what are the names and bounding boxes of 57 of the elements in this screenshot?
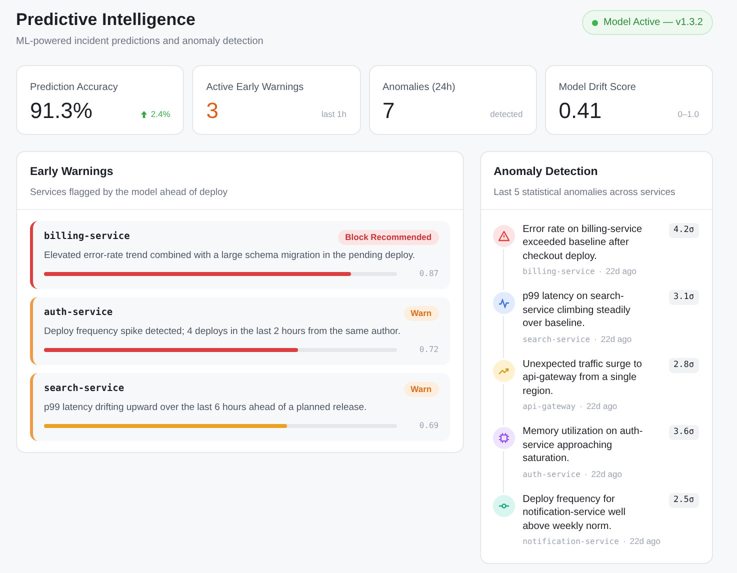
anomaly-description: Error rate on billing-service exceeded baseline after checkout deploy.	[522, 222, 644, 264]
service-name: billing-service	[44, 230, 130, 244]
service-name: search-service	[44, 382, 124, 396]
stat-label: Anomalies (24h)	[382, 81, 456, 96]
anomaly-time: 22d ago	[606, 266, 636, 276]
warning-description: p99 latency drifting upward over the last 6 hours ahead of a planned release.	[44, 400, 368, 415]
panel-subtitle: Services flagged by the model ahead of deploy	[30, 186, 229, 200]
up-arrow-icon	[140, 110, 147, 118]
page-title: Predictive Intelligence	[16, 10, 197, 30]
sigma-score: 3.6σ	[668, 425, 699, 440]
stat-note: detected	[490, 108, 523, 121]
stat-note: 0–1.0	[678, 108, 699, 121]
panel-subtitle: Last 5 statistical anomalies across services	[494, 186, 676, 200]
stat-note: 2.4%	[150, 108, 170, 121]
warning-description: Deploy frequency spike detected; 4 deploys in the last 2 hours from the same author.	[44, 324, 402, 339]
risk-score: 0.69	[418, 420, 439, 432]
risk-score: 0.72	[418, 344, 439, 356]
anomaly-description: Unexpected traffic surge to api-gateway from a single region.	[522, 358, 643, 398]
sigma-score: 4.2σ	[668, 222, 699, 238]
stat-note: last 1h	[321, 108, 346, 121]
stat-value: 91.3%	[30, 99, 92, 124]
stat-value: 0.41	[558, 99, 602, 124]
warning-description: Elevated error-rate trend combined with a large schema migration in the pending deploy.	[44, 248, 416, 263]
risk-score: 0.87	[418, 268, 439, 280]
separator-dot: ·	[580, 401, 582, 412]
separator-dot: ·	[584, 468, 588, 479]
stat-value: 7	[382, 99, 395, 124]
severity-tag: Block Recommended	[338, 230, 439, 245]
separator-dot: ·	[598, 266, 602, 276]
stat-label: Active Early Warnings	[206, 81, 305, 96]
separator-dot: ·	[622, 536, 626, 546]
stat-label: Prediction Accuracy	[30, 81, 119, 96]
page-subtitle: ML-powered incident predictions and anomaly detection	[16, 35, 264, 50]
anomaly-time: 22d ago	[630, 536, 661, 546]
sigma-score: 2.8σ	[668, 358, 699, 373]
panel-title: Early Warnings	[30, 165, 114, 180]
anomaly-description: Deploy frequency for notification-service well above weekly norm.	[522, 492, 626, 534]
service-name: api-gateway	[522, 402, 576, 412]
stat-value: 3	[206, 99, 218, 124]
severity-tag: Warn	[404, 382, 439, 397]
anomaly-description: p99 latency on search-service climbing steadily over baseline.	[522, 290, 632, 331]
status-pill: Model Active — v1.3.2	[582, 10, 713, 35]
service-name: search-service	[522, 334, 590, 344]
anomaly-time: 22d ago	[586, 401, 618, 412]
anomaly-description: Memory utilization on auth-service approaching saturation.	[522, 425, 644, 466]
service-name: notification-service	[522, 537, 619, 546]
panel-title: Anomaly Detection	[494, 165, 599, 180]
separator-dot: ·	[594, 334, 597, 344]
sigma-score: 2.5σ	[668, 492, 699, 508]
sigma-score: 3.1σ	[668, 290, 699, 306]
stat-label: Model Drift Score	[558, 81, 637, 96]
severity-tag: Warn	[404, 306, 439, 321]
anomaly-time: 22d ago	[600, 334, 632, 344]
service-name: billing-service	[522, 267, 595, 276]
anomaly-time: 22d ago	[591, 468, 622, 479]
service-name: auth-service	[522, 470, 580, 479]
service-name: auth-service	[44, 306, 113, 320]
